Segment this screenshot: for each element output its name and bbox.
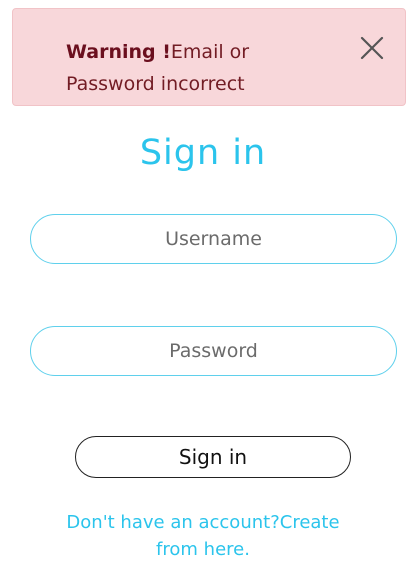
- error-alert: Warning !Email or Password incorrect: [12, 8, 406, 106]
- create-account-text: Don't have an account?Create from here.: [0, 509, 406, 563]
- alert-message: Warning !Email or Password incorrect: [66, 36, 331, 100]
- create-account-prompt: Don't have an account?: [66, 512, 280, 533]
- close-icon: [360, 36, 384, 60]
- create-account-link-line2: from here.: [156, 539, 250, 560]
- password-input[interactable]: [30, 326, 397, 376]
- alert-strong-label: Warning !: [66, 41, 171, 63]
- username-input[interactable]: [30, 214, 397, 264]
- page-title: Sign in: [139, 133, 267, 173]
- sign-in-button[interactable]: Sign in: [75, 436, 351, 478]
- close-button[interactable]: [355, 31, 389, 65]
- create-account-link-line1: Create: [279, 512, 340, 533]
